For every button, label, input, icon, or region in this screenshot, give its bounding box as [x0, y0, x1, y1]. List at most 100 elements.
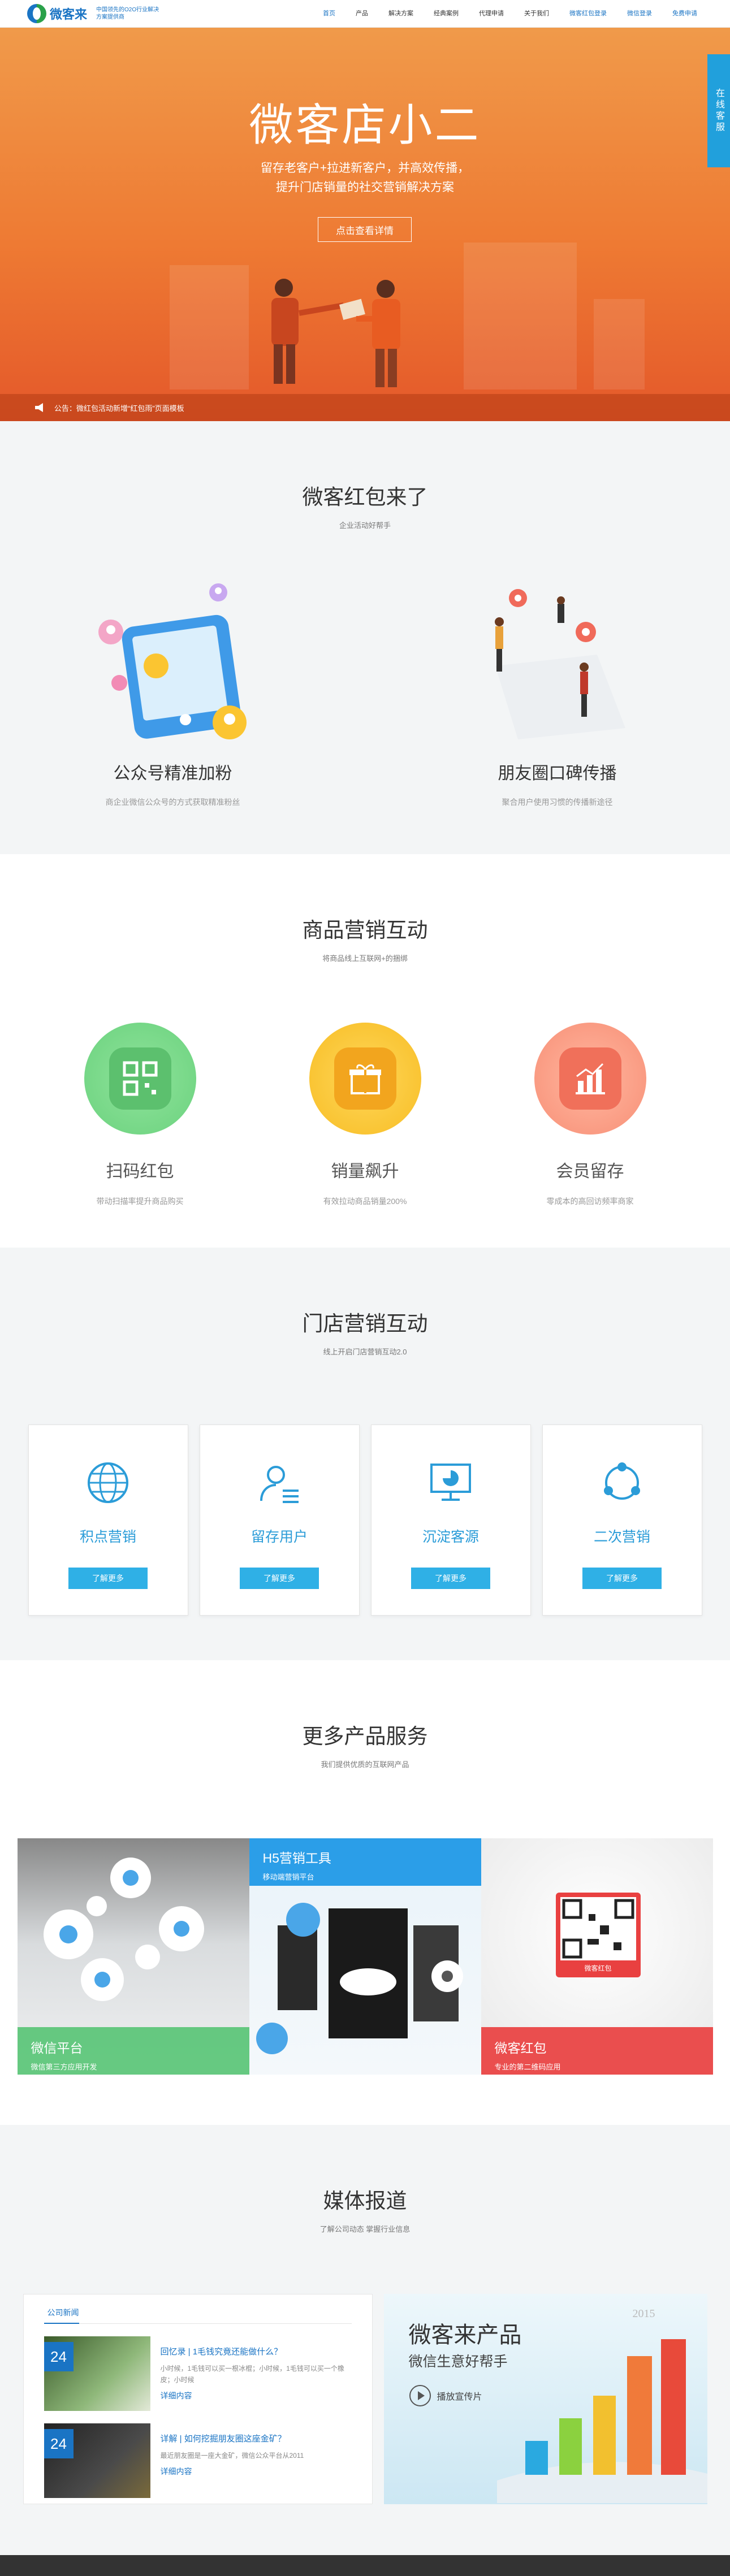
nav-cases[interactable]: 经典案例: [424, 0, 469, 28]
circle-feature-name: 扫码红包: [106, 1162, 174, 1181]
nav-redpacket-login[interactable]: 微客红包登录: [559, 0, 617, 28]
product-desc: 专业的第二维码应用: [494, 2063, 561, 2071]
card-title: 沉淀客源: [422, 1529, 479, 1545]
media-row: 公司新闻 24 回忆录 | 1毛钱究竟还能做什么？ 小时候，1毛钱可以买一根冰棍…: [0, 2294, 730, 2504]
section-title: 更多产品服务: [302, 1725, 428, 1748]
feature-row: 公众号精准加粉 商企业微信公众号的方式获取精准粉丝 朋友圈口碑传播 聚合用户使用…: [0, 581, 730, 808]
card-row: 积点营销 了解更多 留存用户 了解更多 沉淀客源 了解更多 二次营销 了解更多: [0, 1425, 730, 1616]
logo-icon: [27, 4, 46, 23]
promo-banner[interactable]: 微客来产品 微信生意好帮手 播放宣传片 2015: [383, 2294, 707, 2504]
nav-free-apply[interactable]: 免费申请: [662, 0, 707, 28]
play-video-button[interactable]: 播放宣传片: [409, 2384, 482, 2407]
main-menu: 首页 产品 解决方案 经典案例 代理申请 关于我们 微客红包登录 微信登录 免费…: [313, 0, 707, 28]
feature-name: 公众号精准加粉: [113, 764, 232, 783]
news-date: 24: [44, 2429, 74, 2458]
hero-details-button[interactable]: 点击查看详情: [318, 217, 412, 242]
section-subtitle: 线上开启门店营销互动2.0: [323, 1348, 407, 1356]
product-h5[interactable]: H5营销工具 移动端营销平台: [249, 1838, 481, 2075]
speaker-icon: [35, 403, 43, 412]
card-title: 留存用户: [250, 1529, 308, 1545]
logo[interactable]: 微客来 中国领先的O2O行业解决方案提供商: [27, 4, 164, 23]
circle-feature-desc: 有效拉动商品销量200%: [323, 1197, 407, 1206]
circle-feature-name: 销量飙升: [331, 1162, 399, 1181]
news-more-link[interactable]: 详细内容: [161, 2390, 352, 2401]
gift-icon: [309, 1023, 421, 1135]
more-products-section: 更多产品服务 我们提供优质的互联网产品 微信平台 微信第三方应用开发 H5营销工…: [0, 1660, 730, 2125]
feature-desc: 聚合用户使用习惯的传播新途径: [502, 798, 613, 807]
people-network-illustration: [494, 589, 625, 739]
learn-more-button[interactable]: 了解更多: [68, 1568, 148, 1589]
nav-wechat-login[interactable]: 微信登录: [617, 0, 662, 28]
feature-desc: 商企业微信公众号的方式获取精准粉丝: [105, 798, 240, 807]
feature-card: 二次营销 了解更多: [542, 1425, 702, 1616]
card-title: 二次营销: [593, 1529, 650, 1545]
feature-card: 沉淀客源 了解更多: [370, 1425, 531, 1616]
monitor-chart-icon: [425, 1457, 477, 1509]
circle-feature: 会员留存 零成本的高回访频率商家: [531, 1023, 650, 1207]
news-date: 24: [44, 2342, 74, 2371]
learn-more-button[interactable]: 了解更多: [582, 1568, 662, 1589]
circle-feature: 销量飙升 有效拉动商品销量200%: [306, 1023, 425, 1207]
section-subtitle: 将商品线上互联网+的捆绑: [322, 954, 408, 963]
section-subtitle: 我们提供优质的互联网产品: [321, 1760, 409, 1769]
card-title: 积点营销: [79, 1529, 136, 1545]
play-icon: [409, 2385, 431, 2406]
people-illustration: [271, 279, 400, 387]
notice-bar[interactable]: 公告：微红包活动新增“红包雨”页面模板: [0, 394, 730, 421]
phones-illustration: [256, 1903, 463, 2054]
user-list-icon: [253, 1457, 305, 1509]
globe-icon: [82, 1457, 134, 1509]
product-redpacket[interactable]: 微客红包 微客红包 专业的第二维码应用: [481, 1838, 713, 2075]
nav-about[interactable]: 关于我们: [514, 0, 559, 28]
hero-title: 微客店小二: [249, 100, 481, 150]
product-caption: 微信平台 微信第三方应用开发: [17, 2027, 249, 2075]
hero-subtitle-line1: 留存老客户+拉进新客户，并高效传播，: [260, 162, 470, 175]
product-name: 微信平台: [31, 2041, 83, 2055]
footer-bar: [0, 2555, 730, 2576]
section-subtitle: 了解公司动态 掌握行业信息: [319, 2225, 411, 2233]
news-item[interactable]: 24 详解 | 如何挖掘朋友圈这座金矿？ 最近朋友圈是一座大金矿，微信公众平台从…: [44, 2423, 352, 2498]
qrcode-icon: [84, 1023, 196, 1135]
banner-subtitle: 微信生意好帮手: [408, 2354, 508, 2370]
nav-agent[interactable]: 代理申请: [469, 0, 514, 28]
circle-feature-name: 会员留存: [556, 1162, 624, 1181]
online-service-tab[interactable]: 在线客服: [707, 54, 730, 167]
section-title: 商品营销互动: [302, 919, 428, 942]
learn-more-button[interactable]: 了解更多: [240, 1568, 319, 1589]
news-body: 回忆录 | 1毛钱究竟还能做什么？ 小时候，1毛钱可以买一根冰棍；小时候，1毛钱…: [161, 2336, 352, 2411]
product-desc: 移动端营销平台: [262, 1873, 314, 1881]
hero-banner: 微客店小二 留存老客户+拉进新客户，并高效传播， 提升门店销量的社交营销解决方案…: [0, 28, 730, 421]
wechat-bubbles-icon: [43, 1858, 204, 2001]
hero-subtitle: 留存老客户+拉进新客户，并高效传播， 提升门店销量的社交营销解决方案: [0, 159, 730, 197]
news-body: 详解 | 如何挖掘朋友圈这座金矿？ 最近朋友圈是一座大金矿，微信公众平台从201…: [161, 2423, 304, 2498]
news-title[interactable]: 回忆录 | 1毛钱究竟还能做什么？: [161, 2345, 352, 2357]
news-more-link[interactable]: 详细内容: [161, 2466, 304, 2477]
news-excerpt: 最近朋友圈是一座大金矿，微信公众平台从2011: [160, 2452, 304, 2460]
nav-home[interactable]: 首页: [313, 0, 345, 28]
store-marketing-section: 门店营销互动 线上开启门店营销互动2.0 积点营销 了解更多 留存用户 了解更多…: [0, 1248, 730, 1660]
product-marketing-section: 商品营销互动 将商品线上互联网+的捆绑 扫码红包 带动扫描率提升商品购买 销量飙…: [0, 854, 730, 1248]
tab-company-news[interactable]: 公司新闻: [44, 2307, 79, 2324]
nav-products[interactable]: 产品: [345, 0, 378, 28]
product-row: 微信平台 微信第三方应用开发 H5营销工具 移动端营销平台 微客红包 微客红包 …: [17, 1838, 713, 2075]
tab-divider: [44, 2323, 352, 2324]
news-panel: 公司新闻 24 回忆录 | 1毛钱究竟还能做什么？ 小时候，1毛钱可以买一根冰棍…: [23, 2294, 373, 2504]
product-name: 微客红包: [494, 2041, 547, 2055]
bg-cabinet: [464, 243, 577, 389]
news-item[interactable]: 24 回忆录 | 1毛钱究竟还能做什么？ 小时候，1毛钱可以买一根冰棍；小时候，…: [44, 2336, 352, 2411]
feature-name: 朋友圈口碑传播: [498, 764, 617, 783]
nav-solutions[interactable]: 解决方案: [378, 0, 424, 28]
notice-text: 公告：微红包活动新增“红包雨”页面模板: [54, 404, 184, 413]
play-label: 播放宣传片: [437, 2392, 482, 2402]
bg-window: [170, 265, 249, 389]
learn-more-button[interactable]: 了解更多: [411, 1568, 490, 1589]
redpacket-section: 微客红包来了 企业活动好帮手 公众号精准加粉 商企业微信公众号的方式获取精准粉丝: [0, 421, 730, 854]
media-section: 媒体报道 了解公司动态 掌握行业信息 公司新闻 24 回忆录 | 1毛钱究竟还能…: [0, 2125, 730, 2558]
crown-chart-icon: [534, 1023, 646, 1135]
circle-feature-desc: 带动扫描率提升商品购买: [96, 1197, 184, 1206]
feature-item: 朋友圈口碑传播 聚合用户使用习惯的传播新途径: [473, 581, 642, 808]
news-excerpt: 小时候，1毛钱可以买一根冰棍；小时候，1毛钱可以买一个橡皮；小时候: [160, 2365, 344, 2384]
product-wechat[interactable]: 微信平台 微信第三方应用开发: [17, 1838, 249, 2075]
news-title[interactable]: 详解 | 如何挖掘朋友圈这座金矿？: [161, 2432, 304, 2444]
hero-subtitle-line2: 提升门店销量的社交营销解决方案: [276, 181, 454, 194]
